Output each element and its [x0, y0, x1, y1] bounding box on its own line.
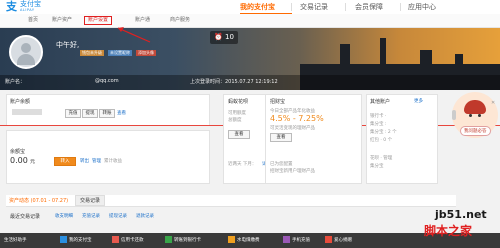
assistant-bubble[interactable]: 我问题必答 — [460, 126, 491, 136]
service-label: 水电煤缴费 — [237, 238, 260, 243]
sidebar-toggle-handle[interactable] — [452, 110, 456, 120]
utility-icon — [228, 236, 235, 243]
zhaocaibao-note: 可灵活变现的理财产品 — [270, 126, 315, 131]
service-item[interactable]: 我的支付宝 — [60, 236, 92, 245]
status-badge[interactable]: 添加头像 — [136, 50, 156, 56]
assistant-eye — [469, 114, 472, 117]
transfer-in-button[interactable]: 转入 — [54, 157, 76, 166]
zhaocaibao-footer2: 招财宝新用户理财产品 — [270, 169, 315, 174]
other-accounts-title: 其他账户 — [370, 99, 391, 105]
more-link[interactable]: 更多 — [414, 98, 423, 104]
heart-icon — [325, 236, 332, 243]
subnav-account-pass[interactable]: 账户通 — [135, 17, 150, 24]
tab-asset-dynamics[interactable]: 资产动态 (07.01 - 07.27) — [9, 197, 68, 204]
close-icon[interactable]: ✕ — [491, 100, 495, 106]
zhaocaibao-view-button[interactable]: 查看 — [270, 133, 292, 142]
transfer-out-link[interactable]: 转出 — [80, 158, 89, 164]
zhaocaibao-rate: 4.5% - 7.25% — [270, 114, 324, 123]
assistant-hair — [464, 100, 486, 114]
service-icon — [60, 236, 67, 243]
asset-tabs — [6, 195, 456, 207]
status-badge[interactable]: 钱包未升级 — [80, 50, 104, 56]
account-item[interactable]: 花呗 · 管理 — [370, 155, 392, 161]
avatar[interactable] — [9, 35, 43, 69]
account-item[interactable]: 集分宝 : 2 个 — [370, 129, 397, 135]
withdraw-records-link[interactable]: 提现记录 — [109, 213, 127, 219]
service-item[interactable]: 转账到银行卡 — [165, 236, 201, 245]
greeting: 中午好, — [56, 41, 80, 49]
nav-divider — [345, 3, 346, 11]
service-label: 爱心捐赠 — [334, 238, 352, 243]
view-balance-link[interactable]: 查看 — [117, 110, 126, 116]
zhaocaibao-footer: 已为您配置 — [270, 162, 293, 167]
service-label: 手机充值 — [292, 238, 310, 243]
nav-my-alipay[interactable]: 我的支付宝 — [240, 0, 275, 14]
status-badge[interactable]: 未设置昵称 — [108, 50, 132, 56]
income-detail-link[interactable]: 收支明细 — [55, 213, 73, 219]
yuebao-card — [6, 130, 210, 184]
yuebao-title: 余额宝 — [10, 149, 26, 155]
timer-value: 10 — [225, 33, 234, 41]
huabei-title: 蚂蚁花呗 — [228, 99, 249, 105]
huabei-available: 可用额度 — [228, 111, 246, 116]
yuebao-unit: 元 — [30, 159, 36, 165]
subnav-home[interactable]: 首页 — [28, 17, 38, 24]
huabei-view-button[interactable]: 查看 — [228, 130, 250, 139]
recent-records-label: 最近交易记录 — [10, 214, 41, 220]
account-item-bank[interactable]: 银行卡 · — [370, 113, 386, 119]
service-label: 信用卡还款 — [121, 238, 144, 243]
service-label: 我的支付宝 — [69, 238, 92, 243]
subnav-merchant[interactable]: 商户服务 — [170, 17, 190, 24]
withdraw-button[interactable]: 提现 — [82, 109, 98, 118]
avatar-head — [21, 43, 31, 53]
credit-card-icon — [112, 236, 119, 243]
huabei-total: 总额度 — [228, 118, 242, 123]
sub-nav: 首页 账户资产 账户设置 账户通 商户服务 — [0, 14, 500, 28]
bank-transfer-icon — [165, 236, 172, 243]
balance-value-masked — [12, 109, 42, 115]
logo-subtext: ALIPAY — [20, 8, 35, 12]
avatar-body — [17, 54, 35, 65]
nav-transactions[interactable]: 交易记录 — [300, 0, 328, 14]
tab-transaction-records[interactable]: 交易记录 — [75, 195, 106, 206]
nav-member-protection[interactable]: 会员保障 — [355, 0, 383, 14]
yuebao-amount: 0.00 — [10, 156, 28, 165]
service-item[interactable]: 手机充值 — [283, 236, 310, 245]
account-item[interactable]: 红包 · 0 个 — [370, 137, 392, 143]
subnav-settings[interactable]: 账户设置 — [84, 16, 113, 25]
service-label: 转账到银行卡 — [174, 238, 201, 243]
alipay-logo-icon: 支 — [6, 0, 17, 13]
nav-app-center[interactable]: 应用中心 — [408, 0, 436, 14]
service-item[interactable]: 信用卡还款 — [112, 236, 144, 245]
subnav-assets[interactable]: 账户资产 — [52, 17, 72, 24]
balance-title: 账户余额 — [10, 99, 31, 105]
total-earnings: 累计收益 — [104, 159, 122, 164]
huabei-footer: 近两天 下月： — [228, 162, 257, 167]
recharge-records-link[interactable]: 充值记录 — [82, 213, 100, 219]
refund-records-link[interactable]: 退款记录 — [136, 213, 154, 219]
watermark-name: 脚本之家 — [424, 224, 473, 238]
service-item[interactable]: 水电煤缴费 — [228, 236, 260, 245]
transfer-button[interactable]: 转账 — [99, 109, 115, 118]
service-item[interactable]: 爱心捐赠 — [325, 236, 352, 245]
account-item[interactable]: 集分宝 — [370, 163, 384, 169]
account-email: @qq.com — [95, 78, 119, 84]
last-login: 上次登录时间：2015.07.27 12:19:12 — [190, 79, 278, 85]
alipay-logo[interactable]: 支 支付宝 ALIPAY — [6, 1, 50, 13]
account-label: 账户名： — [5, 79, 26, 85]
clock-icon: ⏰ — [214, 33, 223, 41]
nav-divider — [291, 3, 292, 11]
logo-text: 支付宝 — [20, 0, 41, 8]
zhaocaibao-title: 招财宝 — [270, 99, 286, 105]
phone-icon — [283, 236, 290, 243]
countdown-timer[interactable]: ⏰ 10 — [210, 31, 238, 44]
manage-link[interactable]: 管理 — [92, 158, 101, 164]
recharge-button[interactable]: 充值 — [65, 109, 81, 118]
assistant-eye — [478, 114, 481, 117]
start-helper-button[interactable]: 生活好助手 — [4, 236, 27, 245]
watermark-domain: jb51.net — [435, 208, 487, 221]
account-item[interactable]: 集分宝 : — [370, 121, 386, 127]
nav-divider — [400, 3, 401, 11]
